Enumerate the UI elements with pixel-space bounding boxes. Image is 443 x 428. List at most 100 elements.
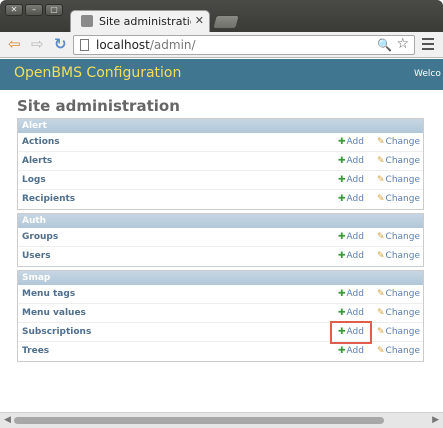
add-icon: ✚ [338, 175, 346, 185]
favicon-icon [81, 15, 93, 27]
pencil-icon: ✎ [377, 175, 385, 185]
model-link[interactable]: Subscriptions [22, 327, 91, 337]
add-label: Add [346, 346, 364, 356]
horizontal-scrollbar[interactable]: ◀ ▶ [0, 412, 443, 428]
model-link[interactable]: Trees [22, 346, 49, 356]
table-row: Users ✚Add ✎Change [18, 247, 423, 266]
user-tools: Welco [414, 69, 441, 79]
close-window-button[interactable]: ✕ [5, 4, 23, 16]
add-icon: ✚ [338, 194, 346, 204]
highlight-box [330, 321, 372, 344]
page-title: Site administration [17, 97, 180, 115]
zoom-icon[interactable]: 🔍 [377, 37, 392, 53]
change-button[interactable]: ✎Change [377, 308, 420, 318]
change-button[interactable]: ✎Change [377, 346, 420, 356]
change-label: Change [385, 232, 421, 242]
change-label: Change [385, 346, 421, 356]
add-icon: ✚ [338, 156, 346, 166]
pencil-icon: ✎ [377, 137, 385, 147]
tab-title: Site administration | D [99, 15, 191, 28]
change-label: Change [385, 289, 421, 299]
add-icon: ✚ [338, 251, 346, 261]
pencil-icon: ✎ [377, 327, 385, 337]
add-label: Add [346, 137, 364, 147]
hamburger-menu-icon[interactable] [422, 38, 434, 53]
table-row: Recipients ✚Add ✎Change [18, 190, 423, 209]
forward-arrow-icon[interactable]: ⇨ [31, 36, 44, 53]
url-path: /admin/ [149, 38, 196, 52]
change-label: Change [385, 137, 421, 147]
add-button[interactable]: ✚Add [338, 137, 364, 147]
add-button[interactable]: ✚Add [338, 346, 364, 356]
back-arrow-icon[interactable]: ⇦ [8, 36, 21, 53]
add-label: Add [346, 289, 364, 299]
add-button[interactable]: ✚Add [338, 251, 364, 261]
change-button[interactable]: ✎Change [377, 156, 420, 166]
add-button[interactable]: ✚Add [338, 175, 364, 185]
add-icon: ✚ [338, 137, 346, 147]
change-label: Change [385, 251, 421, 261]
add-button[interactable]: ✚Add [338, 194, 364, 204]
add-label: Add [346, 175, 364, 185]
add-label: Add [346, 156, 364, 166]
page-icon [80, 39, 89, 51]
change-button[interactable]: ✎Change [377, 251, 420, 261]
change-button[interactable]: ✎Change [377, 175, 420, 185]
change-button[interactable]: ✎Change [377, 137, 420, 147]
reload-icon[interactable]: ↻ [54, 36, 67, 53]
maximize-window-button[interactable]: ▢ [45, 4, 63, 16]
add-icon: ✚ [338, 346, 346, 356]
add-label: Add [346, 232, 364, 242]
window-controls: ✕ – ▢ [5, 4, 63, 16]
scroll-left-icon[interactable]: ◀ [4, 415, 11, 425]
table-row: Trees ✚Add ✎Change [18, 342, 423, 361]
module-smap: Smap Menu tags ✚Add ✎Change Menu values … [17, 270, 424, 362]
add-label: Add [346, 251, 364, 261]
model-link[interactable]: Recipients [22, 194, 75, 204]
module-auth: Auth Groups ✚Add ✎Change Users ✚Add ✎Cha… [17, 213, 424, 267]
module-caption[interactable]: Alert [18, 119, 423, 133]
table-row: Logs ✚Add ✎Change [18, 171, 423, 190]
pencil-icon: ✎ [377, 346, 385, 356]
add-button[interactable]: ✚Add [338, 156, 364, 166]
site-branding[interactable]: OpenBMS Configuration [14, 65, 181, 81]
browser-tab[interactable]: Site administration | D ✕ [70, 10, 210, 32]
add-button[interactable]: ✚Add [338, 289, 364, 299]
table-row: Actions ✚Add ✎Change [18, 133, 423, 152]
pencil-icon: ✎ [377, 289, 385, 299]
model-link[interactable]: Menu values [22, 308, 86, 318]
scrollbar-thumb[interactable] [14, 417, 384, 424]
model-link[interactable]: Users [22, 251, 51, 261]
module-caption[interactable]: Smap [18, 271, 423, 285]
address-bar[interactable]: localhost/admin/ 🔍 ☆ [73, 35, 415, 55]
model-link[interactable]: Actions [22, 137, 60, 147]
change-label: Change [385, 308, 421, 318]
change-button[interactable]: ✎Change [377, 194, 420, 204]
change-label: Change [385, 156, 421, 166]
browser-toolbar: ⇦ ⇨ ↻ localhost/admin/ 🔍 ☆ [0, 32, 443, 58]
tab-close-icon[interactable]: ✕ [195, 14, 204, 28]
change-button[interactable]: ✎Change [377, 327, 420, 337]
title-bar: ✕ – ▢ Site administration | D ✕ [0, 0, 443, 32]
url-text[interactable]: localhost/admin/ [96, 38, 196, 53]
model-link[interactable]: Menu tags [22, 289, 75, 299]
model-link[interactable]: Groups [22, 232, 58, 242]
add-button[interactable]: ✚Add [338, 308, 364, 318]
table-row: Alerts ✚Add ✎Change [18, 152, 423, 171]
pencil-icon: ✎ [377, 232, 385, 242]
add-button[interactable]: ✚Add [338, 232, 364, 242]
new-tab-button[interactable] [212, 15, 240, 29]
pencil-icon: ✎ [377, 308, 385, 318]
module-alert: Alert Actions ✚Add ✎Change Alerts ✚Add ✎… [17, 118, 424, 210]
minimize-window-button[interactable]: – [25, 4, 43, 16]
bookmark-star-icon[interactable]: ☆ [396, 36, 409, 53]
model-link[interactable]: Logs [22, 175, 46, 185]
change-button[interactable]: ✎Change [377, 289, 420, 299]
add-label: Add [346, 194, 364, 204]
change-button[interactable]: ✎Change [377, 232, 420, 242]
pencil-icon: ✎ [377, 156, 385, 166]
scroll-right-icon[interactable]: ▶ [432, 415, 439, 425]
add-icon: ✚ [338, 308, 346, 318]
model-link[interactable]: Alerts [22, 156, 52, 166]
module-caption[interactable]: Auth [18, 214, 423, 228]
